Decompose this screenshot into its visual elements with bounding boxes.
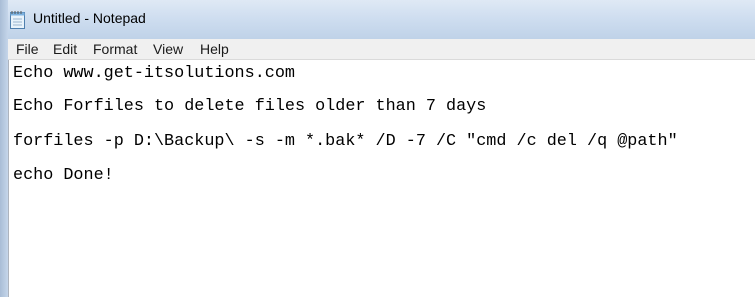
editor-line: forfiles -p D:\Backup\ -s -m *.bak* /D -… — [13, 132, 678, 151]
menu-edit[interactable]: Edit — [53, 41, 77, 57]
editor-line: Echo www.get-itsolutions.com — [13, 64, 295, 83]
notepad-window: Untitled - Notepad File Edit Format View… — [0, 0, 755, 297]
text-editor[interactable]: Echo www.get-itsolutions.com Echo Forfil… — [8, 60, 755, 297]
menu-view[interactable]: View — [153, 41, 183, 57]
window-frame-edge — [0, 0, 8, 297]
menu-file[interactable]: File — [16, 41, 39, 57]
notepad-icon[interactable] — [9, 10, 26, 29]
window-title: Untitled - Notepad — [33, 10, 146, 26]
menu-format[interactable]: Format — [93, 41, 137, 57]
menu-bar: File Edit Format View Help — [8, 39, 755, 60]
menu-help[interactable]: Help — [200, 41, 229, 57]
title-bar[interactable]: Untitled - Notepad — [0, 0, 755, 297]
editor-line: echo Done! — [13, 166, 114, 185]
editor-line: Echo Forfiles to delete files older than… — [13, 97, 487, 116]
